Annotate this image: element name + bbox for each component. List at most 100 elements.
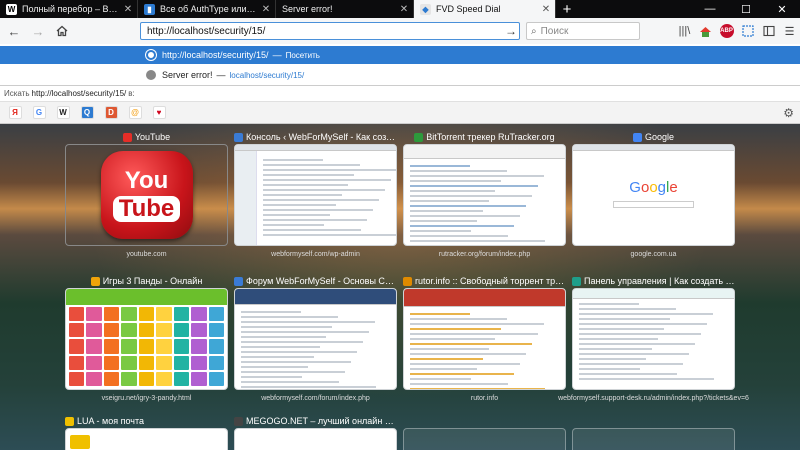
home-ext-button[interactable]: [695, 21, 716, 41]
page-preview-line: [410, 373, 514, 375]
tile-thumbnail[interactable]: You Tube: [65, 144, 228, 246]
tile-thumbnail[interactable]: [403, 144, 566, 246]
tile-title: [572, 414, 735, 428]
page-preview-line: [579, 333, 701, 335]
tab-title: FVD Speed Dial: [436, 4, 501, 14]
page-preview-sidebar: [235, 151, 257, 245]
search-bar[interactable]: ⌕ Поиск: [526, 22, 640, 40]
page-preview-line: [579, 308, 676, 310]
speed-dial-tile[interactable]: YouTube You Tube youtube.com: [65, 130, 228, 260]
speed-dial-tile[interactable]: Google Google google.com.ua: [572, 130, 735, 260]
close-icon[interactable]: ✕: [541, 4, 551, 15]
engine-wikipedia[interactable]: W: [54, 105, 72, 121]
autocomplete-item-history[interactable]: Server error! — localhost/security/15/: [0, 66, 800, 84]
screenshot-button[interactable]: [737, 21, 758, 41]
gear-icon[interactable]: ⚙: [783, 106, 794, 120]
page-preview-line: [410, 215, 520, 217]
game-thumb: [191, 355, 207, 370]
tab-wikipedia[interactable]: W Полный перебор – Википед ✕: [0, 0, 138, 18]
game-thumb: [156, 355, 172, 370]
speed-dial-tile[interactable]: rutor.info :: Свободный торрент трекер ru…: [403, 274, 566, 404]
youtube-logo-tube: Tube: [112, 196, 181, 222]
speed-dial-tile[interactable]: BitTorrent трекер RuTracker.org rutracker…: [403, 130, 566, 260]
page-preview-line: [410, 338, 495, 340]
google-search-box-preview: [613, 201, 694, 208]
page-preview-line: [410, 353, 526, 355]
adblock-button[interactable]: ABP: [716, 21, 737, 41]
game-thumb: [156, 323, 172, 338]
new-tab-button[interactable]: +: [556, 0, 578, 18]
page-preview-line: [263, 219, 367, 221]
engine-mail[interactable]: @: [126, 105, 144, 121]
google-logo-letter: o: [649, 179, 658, 196]
yandex-icon: Я: [8, 106, 22, 119]
menu-button[interactable]: ☰: [779, 21, 800, 41]
url-input[interactable]: http://localhost/security/15/: [147, 26, 503, 37]
speed-dial-tile[interactable]: MEGOGO.NET – лучший онлайн кинот...: [234, 414, 397, 450]
tile-thumbnail[interactable]: [572, 428, 735, 450]
speed-dial-tile[interactable]: LUA - моя почта: [65, 414, 228, 450]
page-preview-line: [410, 388, 545, 389]
page-preview-line: [410, 343, 532, 345]
page-preview-line: [579, 323, 707, 325]
game-thumb: [173, 323, 190, 338]
speed-dial-tile[interactable]: Панель управления | Как создать св... web…: [558, 274, 749, 404]
back-button[interactable]: ←: [4, 21, 24, 41]
engine-duckduckgo[interactable]: D: [102, 105, 120, 121]
tile-thumbnail[interactable]: [65, 428, 228, 450]
speed-dial-tile[interactable]: [403, 414, 566, 450]
page-preview-line: [410, 180, 501, 182]
autocomplete-item-visit[interactable]: http://localhost/security/15/ — Посетить: [0, 46, 800, 64]
close-icon[interactable]: ✕: [399, 4, 409, 15]
engine-gift[interactable]: ♥: [150, 105, 168, 121]
page-preview-line: [410, 348, 489, 350]
tile-thumbnail[interactable]: [65, 288, 228, 390]
game-thumb: [86, 339, 102, 354]
game-thumb: [173, 307, 190, 322]
tile-thumbnail[interactable]: Google: [572, 144, 735, 246]
close-icon[interactable]: ✕: [123, 4, 133, 15]
game-thumb: [86, 307, 102, 322]
page-preview-line: [410, 240, 545, 242]
tab-title: Полный перебор – Википед: [22, 4, 120, 14]
tab-authtype[interactable]: ▮ Все об AuthType или авториз ✕: [138, 0, 276, 18]
page-preview-line: [241, 341, 363, 343]
tile-thumbnail[interactable]: [403, 288, 566, 390]
page-preview-line: [241, 376, 302, 378]
tile-url: webformyself.support-desk.ru/admin/index…: [558, 394, 749, 402]
minimize-button[interactable]: —: [692, 0, 728, 18]
engine-search-blue[interactable]: Q: [78, 105, 96, 121]
engine-google[interactable]: G: [30, 105, 48, 121]
sidebar-button[interactable]: [758, 21, 779, 41]
search-engines-bar: Я G W Q D @ ♥ ⚙: [0, 102, 800, 124]
maximize-button[interactable]: ☐: [728, 0, 764, 18]
go-arrow-icon[interactable]: →: [503, 24, 519, 38]
search-input[interactable]: Поиск: [541, 26, 569, 37]
speed-dial-tile[interactable]: [572, 414, 735, 450]
tile-thumbnail[interactable]: [234, 428, 397, 450]
tab-fvd-speed-dial[interactable]: ◆ FVD Speed Dial ✕: [414, 0, 556, 18]
tile-thumbnail[interactable]: [403, 428, 566, 450]
game-thumb: [208, 323, 224, 338]
home-button[interactable]: [52, 21, 72, 41]
url-bar[interactable]: http://localhost/security/15/ →: [140, 22, 520, 40]
speed-dial-tile[interactable]: Игры 3 Панды - Онлайн vseigru.net/igry-3-…: [65, 274, 228, 404]
tile-thumbnail[interactable]: [234, 144, 397, 246]
speed-dial-tile[interactable]: Консоль ‹ WebForMySelf - Как создат... we…: [234, 130, 397, 260]
page-preview-line: [263, 159, 323, 161]
tile-thumbnail[interactable]: [234, 288, 397, 390]
site-favicon-icon: [572, 276, 581, 286]
library-button[interactable]: |||\: [674, 21, 695, 41]
engine-yandex[interactable]: Я: [6, 105, 24, 121]
tab-server-error[interactable]: Server error! ✕: [276, 0, 414, 18]
page-preview-line: [241, 361, 351, 363]
page-preview-line: [410, 190, 495, 192]
close-window-button[interactable]: ✕: [764, 0, 800, 18]
wikipedia-icon: W: [56, 106, 70, 119]
page-preview-line: [241, 331, 369, 333]
tile-thumbnail[interactable]: [572, 288, 735, 390]
close-icon[interactable]: ✕: [261, 4, 271, 15]
speed-dial-tile[interactable]: Форум WebForMySelf - Основы Самос... webf…: [234, 274, 397, 404]
site-favicon-icon: [414, 132, 424, 142]
forward-button[interactable]: →: [28, 21, 48, 41]
